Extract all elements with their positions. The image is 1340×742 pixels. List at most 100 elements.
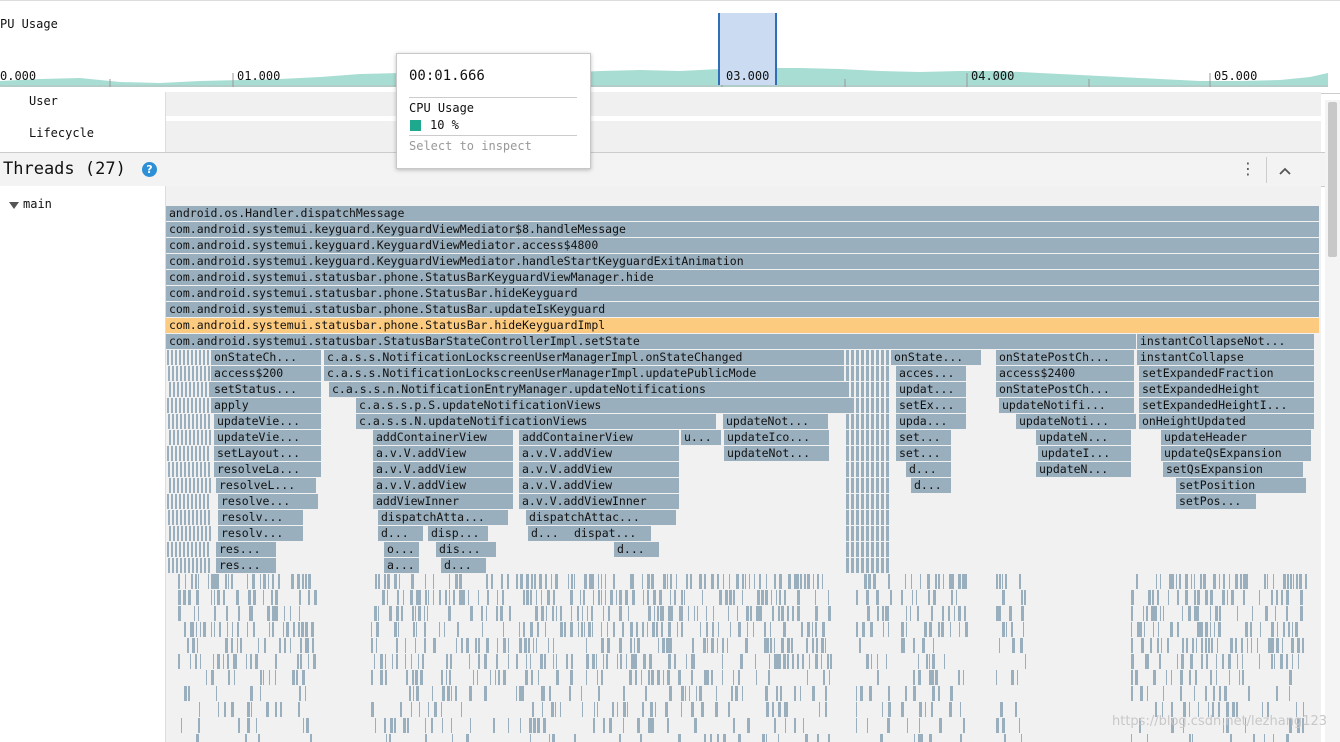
flame-frame-bar[interactable] (1131, 622, 1132, 637)
flame-frame-bar[interactable] (263, 590, 264, 605)
flame-frame-bar[interactable] (881, 558, 884, 573)
flame-frame[interactable] (439, 590, 441, 605)
flame-frame[interactable] (195, 654, 197, 669)
flame-frame[interactable] (655, 702, 656, 717)
flame-frame-bar[interactable] (846, 526, 849, 541)
flame-frame-bar[interactable] (815, 654, 818, 669)
flame-frame[interactable] (861, 478, 864, 493)
flame-frame[interactable] (869, 686, 872, 701)
flame-frame[interactable] (592, 654, 595, 669)
flame-frame[interactable] (503, 670, 506, 685)
flame-frame[interactable] (268, 574, 269, 589)
flame-frame-bar[interactable] (249, 606, 252, 621)
flame-frame-bar[interactable] (1006, 622, 1007, 637)
flame-frame-bar[interactable] (378, 574, 380, 589)
flame-frame-bar[interactable] (171, 542, 173, 557)
flame-frame[interactable] (555, 702, 556, 717)
flame-frame[interactable] (696, 686, 697, 701)
flame-frame[interactable] (198, 606, 199, 621)
flame-frame[interactable] (699, 574, 702, 589)
flame-frame-bar[interactable] (487, 590, 489, 605)
flame-frame-bar[interactable] (172, 462, 174, 477)
flame-frame[interactable] (886, 366, 889, 381)
flame-frame-bar[interactable] (819, 702, 820, 717)
flame-frame[interactable] (526, 574, 529, 589)
flame-frame-bar[interactable] (225, 574, 227, 589)
flame-frame-bar[interactable] (613, 622, 615, 637)
flame-frame[interactable] (389, 606, 392, 621)
flame-frame[interactable] (938, 686, 940, 701)
flame-frame[interactable] (183, 494, 185, 509)
flame-frame-bar[interactable] (881, 510, 884, 525)
flame-frame-bar[interactable] (1157, 638, 1159, 653)
flame-frame-bar[interactable] (856, 350, 859, 365)
flame-frame[interactable] (1280, 654, 1283, 669)
flame-frame-bar[interactable] (508, 654, 509, 669)
flame-frame-bar[interactable] (866, 446, 869, 461)
flame-frame-bar[interactable] (656, 622, 658, 637)
flame-frame-bar[interactable] (876, 590, 879, 605)
flame-frame-bar[interactable] (866, 414, 869, 429)
flame-frame-bar[interactable] (807, 622, 810, 637)
flame-frame-bar[interactable] (197, 638, 198, 653)
flame-frame-bar[interactable] (657, 606, 659, 621)
flame-frame-bar[interactable] (916, 590, 917, 605)
flame-frame-bar[interactable] (1292, 622, 1293, 637)
flame-frame[interactable] (455, 686, 457, 701)
flame-frame[interactable] (516, 686, 517, 701)
flame-frame[interactable] (207, 350, 209, 365)
flame-frame-bar[interactable] (924, 622, 927, 637)
flame-frame[interactable] (779, 574, 782, 589)
flame-frame-bar[interactable] (188, 414, 190, 429)
flame-frame-bar[interactable] (297, 574, 300, 589)
flame-frame-bar[interactable] (851, 478, 854, 493)
flame-frame[interactable] (1299, 574, 1302, 589)
flame-frame[interactable]: d... (378, 526, 423, 541)
flame-frame-bar[interactable] (184, 622, 186, 637)
flame-frame-bar[interactable] (204, 510, 206, 525)
flame-frame-bar[interactable] (425, 574, 426, 589)
flame-frame-bar[interactable] (670, 574, 672, 589)
flame-frame[interactable] (856, 382, 859, 397)
flame-frame[interactable] (645, 686, 647, 701)
flame-frame-bar[interactable] (442, 686, 445, 701)
flame-frame[interactable] (593, 590, 594, 605)
flame-frame-bar[interactable] (873, 574, 876, 589)
flame-frame[interactable] (450, 654, 452, 669)
flame-frame[interactable] (193, 382, 195, 397)
flame-frame-bar[interactable] (941, 622, 944, 637)
flame-frame-bar[interactable] (405, 654, 406, 669)
flame-frame-bar[interactable] (825, 702, 827, 717)
flame-frame[interactable] (385, 670, 387, 685)
flame-frame-bar[interactable] (275, 654, 277, 669)
flame-frame-bar[interactable] (948, 606, 950, 621)
flame-frame[interactable] (374, 606, 377, 621)
flame-frame-bar[interactable] (886, 542, 889, 557)
flame-frame-bar[interactable] (313, 654, 316, 669)
flame-frame-bar[interactable] (1131, 638, 1133, 653)
flame-frame-bar[interactable] (231, 638, 233, 653)
flame-frame[interactable] (545, 574, 547, 589)
flame-frame[interactable] (1286, 734, 1289, 742)
flame-frame[interactable] (596, 654, 597, 669)
flame-frame-bar[interactable] (188, 462, 190, 477)
flame-frame[interactable] (716, 686, 717, 701)
flame-frame-bar[interactable] (180, 414, 182, 429)
flame-frame-bar[interactable] (509, 606, 511, 621)
flame-frame-bar[interactable] (549, 686, 551, 701)
flame-frame-bar[interactable] (931, 606, 933, 621)
flame-frame[interactable] (232, 622, 233, 637)
flame-frame-bar[interactable] (1229, 670, 1230, 685)
flame-frame-bar[interactable] (424, 622, 426, 637)
flame-frame-bar[interactable] (533, 638, 534, 653)
flame-frame[interactable] (530, 590, 532, 605)
flame-frame-bar[interactable] (1205, 686, 1207, 701)
flame-frame[interactable] (712, 622, 714, 637)
flame-frame-bar[interactable] (851, 414, 854, 429)
flame-frame-bar[interactable] (592, 574, 594, 589)
flame-frame[interactable] (179, 446, 181, 461)
flame-frame[interactable] (308, 574, 311, 589)
flame-frame-bar[interactable] (851, 558, 854, 573)
flame-frame[interactable] (851, 494, 854, 509)
flame-frame[interactable] (866, 654, 869, 669)
